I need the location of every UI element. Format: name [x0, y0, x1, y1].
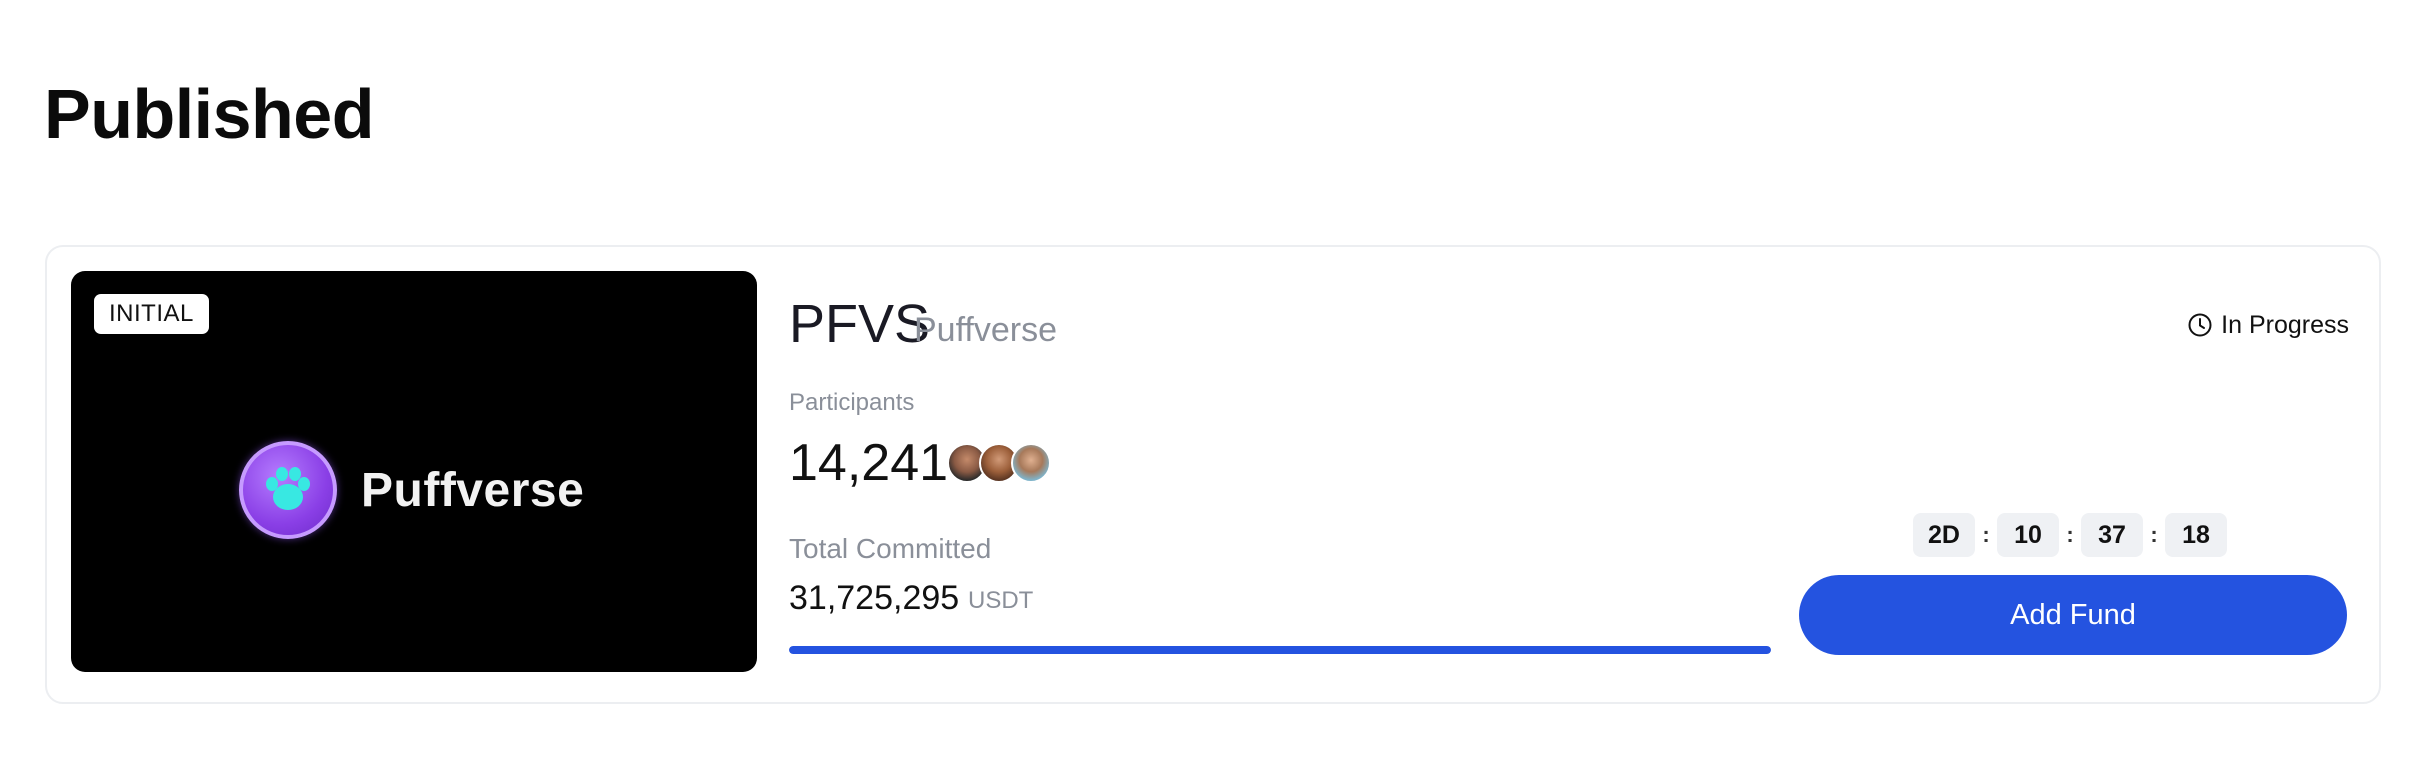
total-committed-unit: USDT [968, 587, 1034, 614]
clock-icon [2188, 313, 2212, 337]
puffverse-logo [239, 441, 337, 539]
countdown-seconds: 18 [2165, 513, 2227, 557]
status-indicator: In Progress [2187, 309, 2349, 341]
participants-label: Participants [789, 389, 915, 416]
token-ticker: PFVS [789, 294, 931, 354]
project-banner[interactable]: INITIAL Puffverse [71, 271, 757, 672]
section-title: Published [44, 75, 374, 153]
banner-brand-name: Puffverse [361, 464, 585, 517]
status-text: In Progress [2221, 311, 2349, 339]
progress-bar-fill [789, 646, 1771, 654]
countdown-separator: : [1982, 522, 1990, 547]
participant-avatars [947, 443, 1051, 483]
countdown-minutes: 37 [2081, 513, 2143, 557]
participants-count: 14,241 [789, 434, 949, 492]
total-committed-value: 31,725,295 [789, 579, 960, 617]
page: Published INITIAL Puffverse PFVS Puffver… [0, 0, 2412, 764]
avatar [1011, 443, 1051, 483]
progress-bar [789, 646, 1771, 654]
countdown-separator: : [2066, 522, 2074, 547]
countdown-timer: 2D : 10 : 37 : 18 [1913, 513, 2227, 557]
token-name: Puffverse [914, 311, 1058, 349]
countdown-hours: 10 [1997, 513, 2059, 557]
stage-badge: INITIAL [94, 294, 209, 334]
total-committed-label: Total Committed [789, 533, 992, 564]
paw-icon [266, 467, 310, 510]
countdown-days: 2D [1913, 513, 1975, 557]
countdown-separator: : [2150, 522, 2158, 547]
add-fund-button[interactable]: Add Fund [1799, 575, 2347, 655]
project-card[interactable]: INITIAL Puffverse PFVS Puffverse In Prog… [45, 245, 2381, 704]
